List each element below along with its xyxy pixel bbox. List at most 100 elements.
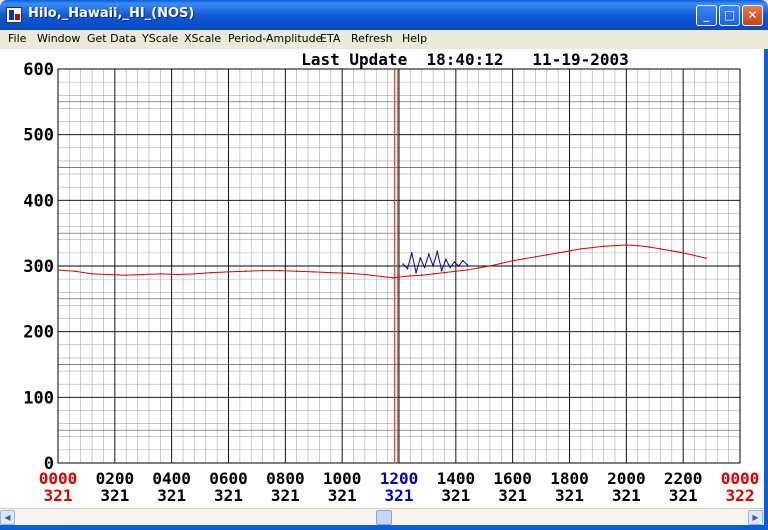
red-series-point	[466, 269, 469, 271]
title-bar[interactable]: Hilo,_Hawaii,_HI_(NOS) _ □ ✕	[0, 0, 768, 30]
red-series-point	[227, 271, 230, 273]
red-series-point	[432, 273, 434, 275]
blue-series-point	[440, 269, 443, 272]
x-axis-labels: 0000321020032104003210600321080032110003…	[39, 469, 760, 505]
blue-series-point	[436, 250, 439, 253]
red-series-point	[511, 259, 514, 262]
red-series-point	[705, 257, 707, 259]
series-group	[57, 244, 707, 279]
blue-series-point	[402, 263, 405, 265]
menu-yscale[interactable]: YScale	[142, 32, 178, 45]
red-series-point	[545, 254, 548, 256]
x-tick-day: 321	[612, 486, 641, 505]
blue-series-point	[445, 258, 447, 261]
red-series-point	[602, 245, 605, 248]
minimize-button[interactable]: _	[696, 5, 717, 26]
x-tick-day: 321	[214, 486, 243, 505]
scroll-right-button[interactable]: ▶	[748, 510, 763, 525]
red-series-point	[625, 244, 628, 246]
app-icon	[6, 7, 22, 23]
menu-window[interactable]: Window	[37, 32, 80, 45]
red-series-point	[534, 256, 537, 258]
blue-series-line	[402, 249, 468, 273]
blue-series-point	[419, 257, 422, 259]
red-series-point	[682, 252, 684, 254]
red-series-point	[568, 250, 571, 252]
red-series-point	[659, 248, 662, 250]
red-series-point	[330, 271, 332, 274]
red-series-point	[636, 244, 639, 247]
menu-get-data[interactable]: Get Data	[87, 32, 136, 45]
close-button[interactable]: ✕	[742, 5, 763, 26]
red-series-point	[489, 265, 491, 267]
x-tick-day: 321	[328, 486, 357, 505]
menu-bar: File Window Get Data YScale XScale Perio…	[0, 30, 768, 49]
blue-series-point	[449, 266, 451, 269]
menu-xscale[interactable]: XScale	[184, 32, 221, 45]
horizontal-scrollbar[interactable]: ◀ ▶	[0, 508, 764, 526]
red-series-point	[74, 270, 76, 273]
menu-refresh[interactable]: Refresh	[351, 32, 393, 45]
x-tick-day: 321	[157, 486, 186, 505]
y-tick-label: 300	[23, 257, 54, 277]
red-series-point	[261, 269, 264, 272]
red-series-point	[244, 270, 247, 273]
y-tick-label: 600	[23, 60, 54, 80]
tide-chart[interactable]: 0100200300400500600 00003210200321040032…	[0, 49, 764, 508]
menu-period-amplitude[interactable]: Period-Amplitude	[228, 32, 322, 45]
menu-eta[interactable]: ETA	[320, 32, 340, 45]
red-series-point	[580, 248, 582, 250]
red-series-point	[392, 277, 395, 279]
x-tick-day: 321	[669, 486, 698, 505]
red-series-point	[125, 274, 127, 276]
blue-series-point	[453, 261, 456, 263]
red-series-point	[347, 272, 349, 275]
red-series-point	[557, 252, 559, 254]
y-tick-label: 100	[23, 388, 54, 408]
menu-file[interactable]: File	[8, 32, 26, 45]
x-tick-day: 321	[44, 486, 73, 505]
window-frame-right	[764, 49, 768, 530]
blue-series-point	[423, 266, 426, 269]
red-series-point	[176, 273, 179, 276]
scroll-left-button[interactable]: ◀	[0, 510, 15, 525]
window-title: Hilo,_Hawaii,_HI_(NOS)	[28, 6, 195, 21]
red-series-point	[108, 273, 110, 276]
red-series-point	[381, 275, 383, 278]
y-axis-labels: 0100200300400500600	[23, 60, 54, 474]
x-tick-day: 321	[498, 486, 527, 505]
red-series-point	[159, 273, 162, 275]
red-series-point	[614, 244, 616, 247]
red-series-point	[477, 267, 480, 269]
blue-series-point	[432, 265, 434, 267]
x-tick-day: 321	[100, 486, 129, 505]
blue-series-point	[466, 263, 469, 266]
red-series-point	[409, 275, 412, 277]
window-frame-bottom	[0, 525, 768, 530]
red-series-point	[693, 254, 696, 257]
red-series-point	[210, 271, 213, 274]
x-tick-day: 322	[726, 486, 755, 505]
scroll-thumb[interactable]	[376, 510, 392, 525]
red-series-point	[91, 273, 93, 275]
red-series-point	[648, 246, 650, 248]
red-series-point	[591, 246, 594, 249]
menu-help[interactable]: Help	[402, 32, 427, 45]
red-series-line	[57, 244, 707, 279]
red-series-point	[455, 270, 457, 273]
blue-series-point	[428, 253, 430, 255]
red-series-point	[443, 271, 446, 274]
x-tick-day: 321	[441, 486, 470, 505]
plot-area[interactable]: 0 100 200 300 400 500 600 0000 321 0200 321 0400 32…	[0, 49, 764, 508]
red-series-point	[312, 271, 315, 273]
maximize-button[interactable]: □	[719, 5, 740, 26]
red-series-point	[142, 273, 145, 276]
red-series-point	[398, 276, 400, 278]
red-series-point	[57, 269, 59, 271]
blue-series-point	[457, 265, 460, 267]
red-series-point	[193, 273, 196, 275]
x-tick-day: 321	[385, 486, 414, 505]
x-tick-day: 321	[271, 486, 300, 505]
red-series-point	[671, 250, 673, 252]
red-series-point	[523, 257, 525, 260]
